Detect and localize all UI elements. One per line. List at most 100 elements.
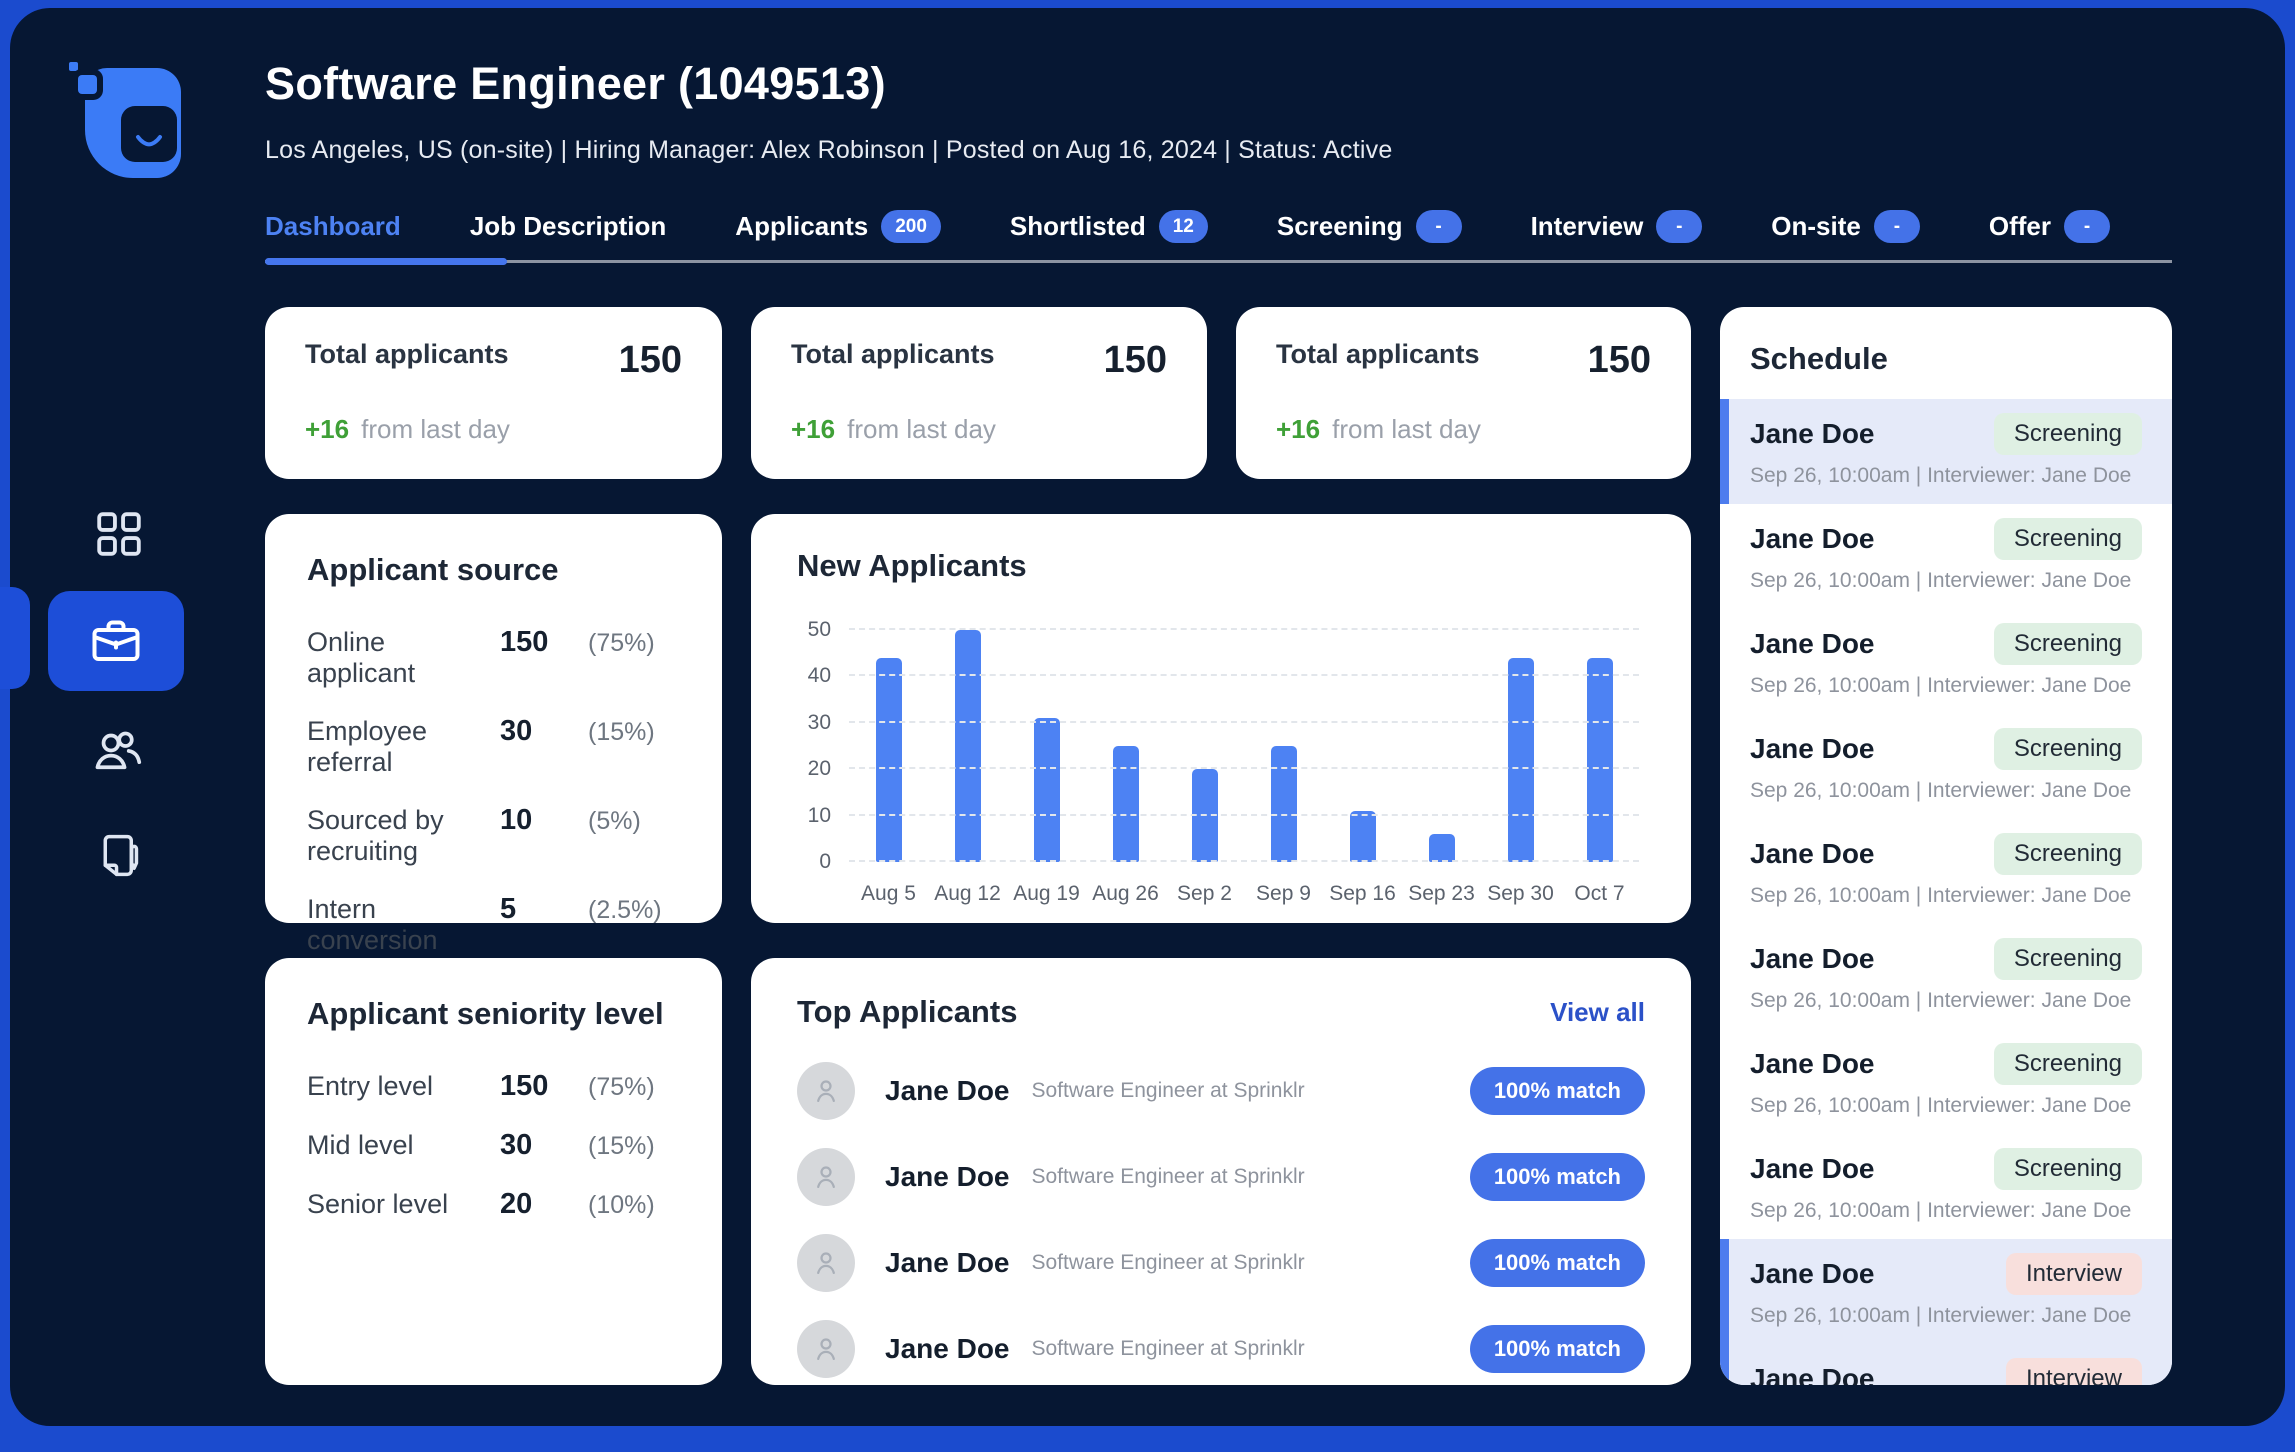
applicant-source-card: Applicant source Online applicant 150 (75%… (265, 514, 722, 1014)
tab-label: Offer (1988, 211, 2051, 241)
stat-card-title: Total applicants (1276, 339, 1480, 369)
x-axis-label: Oct 7 (1574, 882, 1625, 905)
metric-percent: (15%) (588, 718, 655, 746)
applicant-role: Software Engineer at Sprinklr (1031, 1079, 1305, 1102)
x-axis-label: Sep 2 (1177, 882, 1232, 905)
top-applicant-row[interactable]: Jane Doe Software Engineer at Sprinklr 100… (797, 1306, 1645, 1392)
metric-value: 5 (500, 893, 517, 925)
metric-label: Intern conversion (307, 894, 438, 955)
applicant-name: Jane Doe (885, 1247, 1010, 1278)
sidebar-item-jobs[interactable] (48, 591, 184, 691)
metric-label: Entry level (307, 1071, 434, 1101)
schedule-item-row: Jane Doe Screening (1750, 413, 2142, 455)
view-all-link[interactable]: View all (1550, 997, 1645, 1028)
schedule-item[interactable]: Jane Doe Screening Sep 26, 10:00am | Inter… (1720, 819, 2172, 924)
bar-slot (849, 630, 928, 862)
schedule-item[interactable]: Jane Doe Screening Sep 26, 10:00am | Inter… (1720, 504, 2172, 609)
avatar (797, 1148, 855, 1206)
schedule-item[interactable]: Jane Doe Screening Sep 26, 10:00am | Inter… (1720, 1134, 2172, 1239)
bar-slot (1560, 630, 1639, 862)
seniority-title: Applicant seniority level (307, 996, 664, 1031)
schedule-item[interactable]: Jane DoeInterviewSep 26, 10:00am | Inter… (1720, 1239, 2172, 1344)
tab-label: Dashboard (265, 211, 401, 241)
metric-value: 30 (500, 1129, 533, 1161)
y-axis-tick: 30 (807, 710, 831, 734)
tab-screening[interactable]: Screening - (1277, 210, 1462, 243)
stage-badge: Interview (2005, 1358, 2142, 1385)
applicant-role: Software Engineer at Sprinklr (1031, 1251, 1305, 1274)
schedule-item[interactable]: Jane Doe Screening Sep 26, 10:00am | Inter… (1720, 399, 2172, 504)
tab-on-site[interactable]: On-site - (1771, 210, 1920, 243)
metric-value: 150 (500, 1070, 549, 1102)
metric-percent: (15%) (588, 1132, 655, 1160)
metric-value: 10 (500, 804, 533, 836)
avatar (797, 1320, 855, 1378)
schedule-item[interactable]: Jane Doe Screening Sep 26, 10:00am | Inter… (1720, 924, 2172, 1029)
tab-interview[interactable]: Interview - (1531, 210, 1703, 243)
metric-value: 150 (500, 626, 549, 658)
schedule-item[interactable]: Jane DoeInterviewSep 26, 10:00am | Inter… (1720, 1344, 2172, 1385)
top-applicant-row[interactable]: Jane Doe Software Engineer at Sprinklr 100… (797, 1220, 1645, 1306)
bar-slot (928, 630, 1007, 862)
applicant-role: Software Engineer at Sprinklr (1031, 1165, 1305, 1188)
metric-percent: (10%) (588, 1191, 655, 1219)
schedule-detail: Sep 26, 10:00am | Interviewer: Jane Doe (1750, 779, 2132, 802)
stat-card-total-applicants-3: Total applicants 150 +16 from last day (1236, 307, 1691, 479)
schedule-item[interactable]: Jane Doe Screening Sep 26, 10:00am | Inter… (1720, 714, 2172, 819)
tab-label: Job Description (469, 211, 667, 241)
smile-icon (136, 135, 162, 147)
chart-bar-sep-9 (1270, 746, 1297, 862)
schedule-candidate-name: Jane Doe (1750, 838, 1875, 869)
y-axis-tick: 10 (807, 803, 831, 827)
bar-chart-bars (849, 630, 1639, 862)
sidebar-item-candidates[interactable] (90, 722, 146, 778)
tab-applicants[interactable]: Applicants 200 (735, 210, 941, 243)
chart-bar-oct-7 (1586, 657, 1613, 862)
chart-bar-aug-26 (1112, 746, 1139, 862)
match-badge: 100% match (1469, 1067, 1645, 1115)
delta-text: from last day (1332, 414, 1481, 444)
sidebar (10, 8, 245, 1426)
match-badge: 100% match (1469, 1239, 1645, 1287)
schedule-item[interactable]: Jane Doe Screening Sep 26, 10:00am | Inter… (1720, 609, 2172, 714)
seniority-card: Applicant seniority level Entry level 150… (265, 958, 722, 1385)
applicant-source-rows: Online applicant 150 (75%) Employee referra… (307, 626, 680, 1015)
metric-value: 20 (500, 1188, 533, 1220)
schedule-detail: Sep 26, 10:00am | Interviewer: Jane Doe (1750, 464, 2132, 487)
schedule-detail: Sep 26, 10:00am | Interviewer: Jane Doe (1750, 1094, 2132, 1117)
seniority-rows: Entry level 150 (75%) Mid level 30 (15%) Senio… (307, 1070, 680, 1221)
schedule-detail: Sep 26, 10:00am | Interviewer: Jane Doe (1750, 1199, 2132, 1222)
page-title: Software Engineer (1049513) (265, 58, 886, 109)
briefcase-icon (92, 620, 140, 662)
tab-label: On-site (1771, 211, 1861, 241)
top-applicants-header: Top Applicants View all (797, 994, 1645, 1030)
bar-slot (1086, 630, 1165, 862)
tab-shortlisted[interactable]: Shortlisted 12 (1010, 210, 1208, 243)
tab-badge: 12 (1158, 210, 1208, 243)
stage-badge: Screening (1993, 728, 2142, 770)
top-applicant-row[interactable]: Jane Doe Software Engineer at Sprinklr 100… (797, 1134, 1645, 1220)
tab-dashboard[interactable]: Dashboard (265, 210, 401, 243)
schedule-item-row: Jane Doe Interview (1750, 1253, 2142, 1295)
schedule-detail: Sep 26, 10:00am | Interviewer: Jane Doe (1750, 989, 2132, 1012)
sidebar-item-documents[interactable] (94, 828, 146, 886)
top-applicant-row[interactable]: Jane Doe Software Engineer at Sprinklr 100… (797, 1048, 1645, 1134)
tab-label: Shortlisted (1009, 211, 1146, 241)
person-icon (817, 1166, 835, 1189)
tab-job-description[interactable]: Job Description (470, 210, 666, 243)
chart-bar-aug-12 (954, 630, 981, 862)
person-icon (817, 1252, 835, 1275)
schedule-item[interactable]: Jane Doe Screening Sep 26, 10:00am | Inter… (1720, 1029, 2172, 1134)
stat-card-title: Total applicants (305, 339, 509, 369)
tab-offer[interactable]: Offer - (1989, 210, 2110, 243)
bar-slot (1402, 630, 1481, 862)
stat-card-title: Total applicants (791, 339, 995, 369)
schedule-item-row: Jane Doe Screening (1750, 938, 2142, 980)
chart-bar-sep-30 (1507, 657, 1534, 862)
schedule-detail: Sep 26, 10:00am | Interviewer: Jane Doe (1750, 674, 2132, 697)
metric-row-online-applicant: Online applicant 150 (75%) (307, 626, 680, 689)
sidebar-item-dashboard[interactable] (92, 507, 146, 561)
schedule-candidate-name: Jane Doe (1750, 733, 1875, 764)
tab-badge: - (1656, 210, 1703, 243)
metric-label: Mid level (307, 1130, 414, 1160)
